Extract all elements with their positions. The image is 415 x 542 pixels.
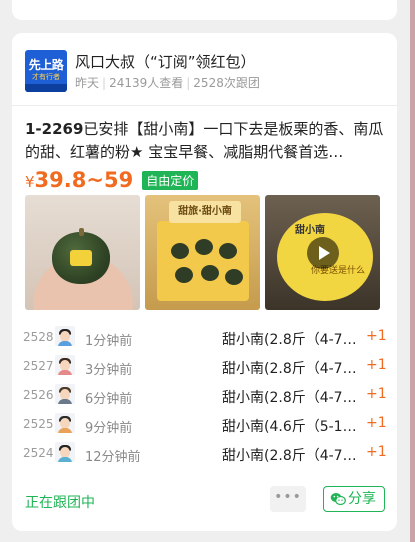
share-button[interactable]: 分享 [323,486,385,512]
order-time: 1分钟前 [85,334,133,349]
order-row[interactable]: 2528 1分钟前 甜小南(2.8斤（4-7… +1 [12,324,397,352]
order-quantity: +1 [366,386,387,402]
buyer-avatar [55,355,75,375]
order-item: 甜小南(2.8斤（4-7… [222,361,357,377]
order-quantity: +1 [366,415,387,431]
order-item: 甜小南(2.8斤（4-7… [222,390,357,406]
order-row[interactable]: 2524 12分钟前 甜小南(2.8斤（4-7… +1 [12,440,397,468]
share-label: 分享 [348,491,376,507]
pricing-badge: 自由定价 [142,170,199,190]
page-edge-strip [410,0,415,542]
order-row[interactable]: 2526 6分钟前 甜小南(2.8斤（4-7… +1 [12,382,397,410]
avatar-subtext: 才有行者 [32,73,60,81]
order-number: 2524 [23,446,54,460]
card-footer: 正在跟团中 ••• 分享 [12,481,397,521]
buyer-avatar [55,384,75,404]
plate-text: 甜小南 [295,225,325,236]
product-id: 1-2269 [25,120,84,138]
meta-day: 昨天 [75,76,100,90]
group-buy-card[interactable]: 先上路 才有行者 风口大叔（“订阅”领红包） 昨天 | 24139人查看 | 2528次… [12,33,397,531]
price-range: 39.8~59 [34,168,134,192]
meta-views: 24139人查看 [109,76,184,90]
order-number: 2526 [23,388,54,402]
order-item: 甜小南(2.8斤（4-7… [222,332,357,348]
order-row[interactable]: 2527 3分钟前 甜小南(2.8斤（4-7… +1 [12,353,397,381]
order-number: 2528 [23,330,54,344]
buyer-avatar [55,413,75,433]
meta-follows: 2528次跟团 [193,76,260,90]
order-quantity: +1 [366,357,387,373]
order-number: 2525 [23,417,54,431]
wechat-icon [330,493,346,506]
buyer-avatar [55,326,75,346]
following-status: 正在跟团中 [25,495,95,511]
product-photo-1[interactable] [25,195,140,310]
product-title[interactable]: 1-2269已安排【甜小南】一口下去是板栗的香、南瓜的甜、红薯的粉★ 宝宝早餐、… [25,118,385,164]
order-time: 12分钟前 [85,450,141,465]
previous-card [12,0,397,20]
play-icon[interactable] [307,237,339,269]
price-row: ¥39.8~59 自由定价 [25,168,199,194]
order-time: 3分钟前 [85,363,133,378]
order-item: 甜小南(4.6斤（5-1… [222,419,357,435]
avatar-text: 先上路 [28,58,64,72]
order-time: 9分钟前 [85,421,133,436]
order-quantity: +1 [366,328,387,344]
price: ¥39.8~59 [25,168,133,192]
group-header[interactable]: 先上路 才有行者 风口大叔（“订阅”领红包） 昨天 | 24139人查看 | 2528次… [12,33,397,106]
product-photo-2[interactable]: 甜旅·甜小南 [145,195,260,310]
order-number: 2527 [23,359,54,373]
buyer-avatar [55,442,75,462]
order-quantity: +1 [366,444,387,460]
more-button[interactable]: ••• [270,486,306,512]
group-avatar[interactable]: 先上路 才有行者 [25,50,67,92]
order-item: 甜小南(2.8斤（4-7… [222,448,357,464]
box-sign: 甜旅·甜小南 [169,201,241,223]
group-meta: 昨天 | 24139人查看 | 2528次跟团 [75,76,260,90]
product-video[interactable]: 甜小南 你要送是什么 [265,195,380,310]
currency-symbol: ¥ [25,173,35,191]
order-time: 6分钟前 [85,392,133,407]
order-row[interactable]: 2525 9分钟前 甜小南(4.6斤（5-1… +1 [12,411,397,439]
group-name[interactable]: 风口大叔（“订阅”领红包） [75,51,256,72]
